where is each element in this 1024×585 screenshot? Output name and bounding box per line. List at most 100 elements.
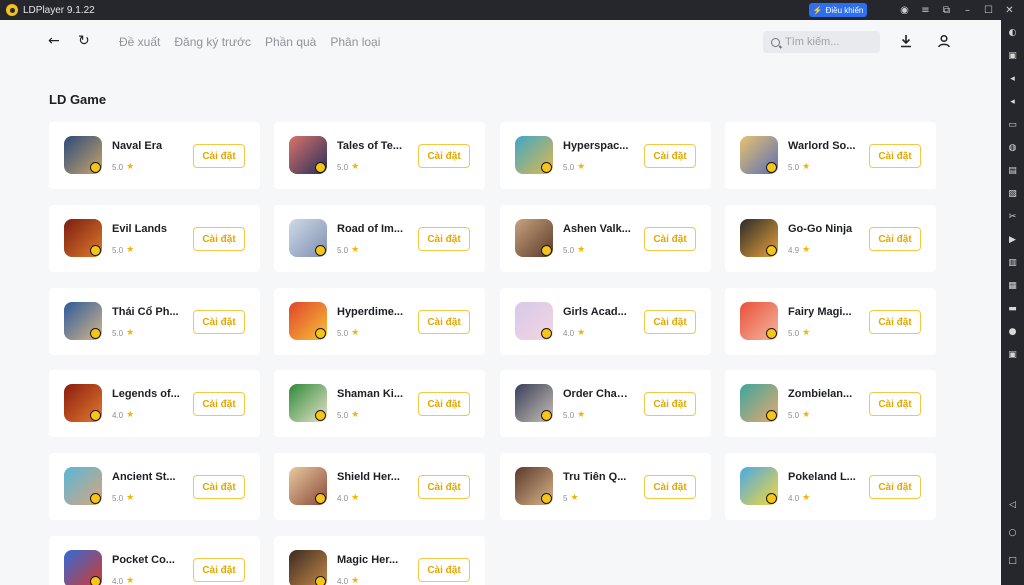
game-card[interactable]: Legends of... 4.0 ★ Cài đặt — [49, 370, 260, 437]
tab-preregister[interactable]: Đăng ký trước — [174, 35, 251, 49]
tab-gifts[interactable]: Phần quà — [265, 35, 316, 49]
install-button[interactable]: Cài đặt — [869, 310, 921, 334]
toolbar-folder-icon[interactable]: ▬ — [1007, 304, 1018, 315]
game-icon[interactable] — [740, 136, 778, 174]
install-button[interactable]: Cài đặt — [193, 558, 245, 582]
install-button[interactable]: Cài đặt — [193, 227, 245, 251]
toolbar-scissors-icon[interactable]: ✂ — [1007, 212, 1018, 223]
game-icon[interactable] — [64, 219, 102, 257]
game-icon[interactable] — [515, 467, 553, 505]
install-button[interactable]: Cài đặt — [418, 392, 470, 416]
tab-categories[interactable]: Phân loại — [330, 35, 380, 49]
game-name[interactable]: Road of Im... — [337, 223, 405, 235]
game-icon[interactable] — [289, 467, 327, 505]
game-card[interactable]: Go-Go Ninja 4.9 ★ Cài đặt — [725, 205, 936, 272]
maximize-button[interactable]: ☐ — [978, 5, 999, 16]
toolbar-record-icon[interactable]: ◍ — [1007, 143, 1018, 154]
game-name[interactable]: Order Chao... — [563, 388, 631, 400]
game-name[interactable]: Thái Cổ Ph... — [112, 306, 180, 318]
game-name[interactable]: Shield Her... — [337, 471, 405, 483]
install-button[interactable]: Cài đặt — [418, 227, 470, 251]
install-button[interactable]: Cài đặt — [193, 310, 245, 334]
install-button[interactable]: Cài đặt — [418, 475, 470, 499]
game-name[interactable]: Ancient St... — [112, 471, 180, 483]
game-card[interactable]: Tru Tiên Q... 5 ★ Cài đặt — [500, 453, 711, 520]
game-icon[interactable] — [740, 219, 778, 257]
install-button[interactable]: Cài đặt — [418, 558, 470, 582]
back-arrow-icon[interactable]: ← — [48, 33, 60, 49]
install-button[interactable]: Cài đặt — [644, 392, 696, 416]
toolbar-multi-instance-icon[interactable]: ▣ — [1007, 350, 1018, 361]
game-name[interactable]: Evil Lands — [112, 223, 180, 235]
game-name[interactable]: Ashen Valk... — [563, 223, 631, 235]
toolbar-sync-icon[interactable]: ▦ — [1007, 281, 1018, 292]
game-icon[interactable] — [289, 302, 327, 340]
game-card[interactable]: Shield Her... 4.0 ★ Cài đặt — [274, 453, 485, 520]
install-button[interactable]: Cài đặt — [644, 144, 696, 168]
game-name[interactable]: Tru Tiên Q... — [563, 471, 631, 483]
game-card[interactable]: Pokeland L... 4.0 ★ Cài đặt — [725, 453, 936, 520]
game-icon[interactable] — [289, 136, 327, 174]
download-icon[interactable] — [899, 34, 913, 48]
game-name[interactable]: Tales of Te... — [337, 140, 405, 152]
install-button[interactable]: Cài đặt — [418, 310, 470, 334]
game-name[interactable]: Pocket Co... — [112, 554, 180, 566]
install-button[interactable]: Cài đặt — [418, 144, 470, 168]
game-name[interactable]: Girls Acad... — [563, 306, 631, 318]
game-card[interactable]: Order Chao... 5.0 ★ Cài đặt — [500, 370, 711, 437]
game-card[interactable]: Tales of Te... 5.0 ★ Cài đặt — [274, 122, 485, 189]
game-card[interactable]: Evil Lands 5.0 ★ Cài đặt — [49, 205, 260, 272]
install-button[interactable]: Cài đặt — [193, 475, 245, 499]
install-button[interactable]: Cài đặt — [644, 475, 696, 499]
game-icon[interactable] — [64, 467, 102, 505]
game-icon[interactable] — [64, 550, 102, 585]
game-name[interactable]: Magic Her... — [337, 554, 405, 566]
game-card[interactable]: Road of Im... 5.0 ★ Cài đặt — [274, 205, 485, 272]
tab-recommended[interactable]: Đề xuất — [119, 35, 160, 49]
toolbar-notes-icon[interactable]: ▥ — [1007, 258, 1018, 269]
game-card[interactable]: Warlord So... 5.0 ★ Cài đặt — [725, 122, 936, 189]
install-button[interactable]: Cài đặt — [869, 144, 921, 168]
game-icon[interactable] — [515, 136, 553, 174]
minimize-button[interactable]: – — [957, 5, 978, 16]
game-icon[interactable] — [64, 384, 102, 422]
toolbar-video-icon[interactable]: ▶ — [1007, 235, 1018, 246]
refresh-icon[interactable]: ↻ — [78, 33, 90, 49]
game-card[interactable]: Magic Her... 4.0 ★ Cài đặt — [274, 536, 485, 585]
game-card[interactable]: Fairy Magi... 5.0 ★ Cài đặt — [725, 288, 936, 355]
game-icon[interactable] — [515, 219, 553, 257]
install-button[interactable]: Cài đặt — [193, 392, 245, 416]
game-icon[interactable] — [289, 219, 327, 257]
install-button[interactable]: Cài đặt — [869, 475, 921, 499]
game-card[interactable]: Thái Cổ Ph... 5.0 ★ Cài đặt — [49, 288, 260, 355]
user-icon[interactable] — [937, 34, 951, 48]
install-button[interactable]: Cài đặt — [644, 310, 696, 334]
install-button[interactable]: Cài đặt — [193, 144, 245, 168]
game-icon[interactable] — [64, 136, 102, 174]
install-button[interactable]: Cài đặt — [869, 392, 921, 416]
toolbar-settings-icon[interactable]: ◐ — [1007, 28, 1018, 39]
game-name[interactable]: Pokeland L... — [788, 471, 856, 483]
search-box[interactable]: Tìm kiếm... — [763, 31, 880, 53]
game-name[interactable]: Zombielan... — [788, 388, 856, 400]
game-name[interactable]: Legends of... — [112, 388, 180, 400]
game-icon[interactable] — [515, 384, 553, 422]
game-card[interactable]: Hyperdime... 5.0 ★ Cài đặt — [274, 288, 485, 355]
game-icon[interactable] — [289, 550, 327, 585]
game-name[interactable]: Warlord So... — [788, 140, 856, 152]
game-card[interactable]: Naval Era 5.0 ★ Cài đặt — [49, 122, 260, 189]
game-icon[interactable] — [289, 384, 327, 422]
game-name[interactable]: Naval Era — [112, 140, 180, 152]
game-icon[interactable] — [740, 467, 778, 505]
recent-apps-icon[interactable]: □ — [1007, 556, 1018, 567]
game-icon[interactable] — [740, 302, 778, 340]
game-name[interactable]: Hyperdime... — [337, 306, 405, 318]
game-card[interactable]: Ancient St... 5.0 ★ Cài đặt — [49, 453, 260, 520]
install-button[interactable]: Cài đặt — [869, 227, 921, 251]
toolbar-install-apk-icon[interactable]: ▤ — [1007, 166, 1018, 177]
game-name[interactable]: Shaman Ki... — [337, 388, 405, 400]
install-button[interactable]: Cài đặt — [644, 227, 696, 251]
toolbar-volume-down-icon[interactable]: ◂ — [1007, 97, 1018, 108]
back-icon[interactable]: ◁ — [1007, 500, 1018, 511]
restore-icon[interactable]: ⧉ — [936, 5, 957, 16]
